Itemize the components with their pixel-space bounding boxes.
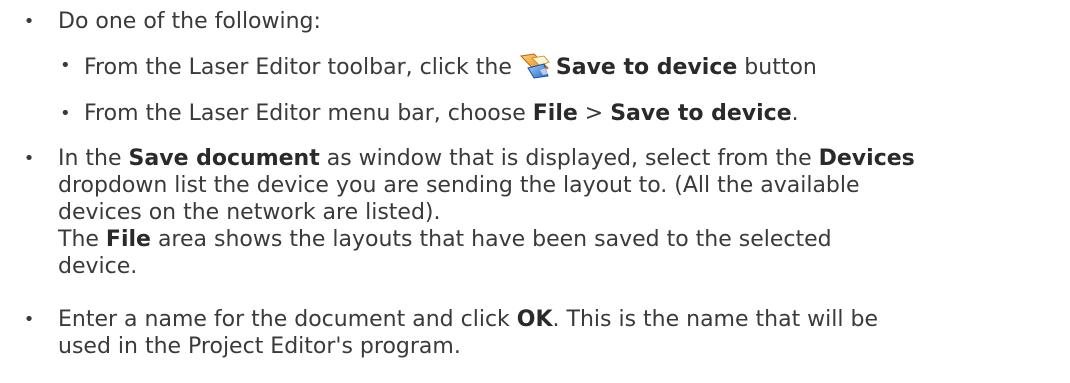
devices-label: Devices [818, 146, 915, 171]
step-1-text: Do one of the following: [58, 9, 321, 34]
document-body: • Do one of the following: • From the La… [0, 0, 1070, 383]
file-menu-label: File [532, 101, 578, 126]
sub-bullet: • [60, 103, 71, 124]
step-3-line-1: Enter a name for the document and click … [58, 306, 1066, 333]
step-2-line-4: The File area shows the layouts that hav… [58, 226, 1066, 253]
ok-label: OK [516, 307, 553, 332]
bullet: • [23, 309, 35, 330]
save-to-device-icon [519, 53, 550, 79]
save-to-device-label: Save to device [555, 55, 738, 80]
sub-item-menu-suffix: . [791, 101, 799, 126]
step-3-line-2: used in the Project Editor's program. [58, 334, 461, 359]
step-2-line-1: In the Save document as window that is d… [58, 145, 1066, 172]
step-3-text: Enter a name for the document and click … [58, 306, 1066, 360]
save-document-label: Save document [128, 146, 320, 171]
sub-item-menu-text: From the Laser Editor menu bar, choose F… [84, 98, 799, 130]
text-run: area shows the layouts that have been sa… [150, 227, 832, 252]
sub-item-toolbar-suffix: button [737, 55, 817, 80]
sub-item-toolbar-text: From the Laser Editor toolbar, click the… [84, 50, 817, 84]
step-2-line-2: dropdown list the device you are sending… [58, 173, 860, 198]
step-2-line-5: device. [58, 254, 138, 279]
menu-separator: > [577, 101, 611, 126]
sub-bullet: • [60, 55, 71, 76]
bullet: • [23, 11, 35, 32]
text-run: as window that is displayed, select from… [319, 146, 819, 171]
sub-item-menu-prefix: From the Laser Editor menu bar, choose [84, 101, 533, 126]
save-to-device-menu-label: Save to device [610, 101, 792, 126]
text-run: . This is the name that will be [552, 307, 879, 332]
text-run: The [58, 227, 106, 252]
sub-item-toolbar-prefix: From the Laser Editor toolbar, click the [84, 55, 512, 80]
text-run: In the [58, 146, 129, 171]
text-run: Enter a name for the document and click [58, 307, 517, 332]
step-2-text: In the Save document as window that is d… [58, 145, 1066, 280]
step-2-line-3: devices on the network are listed). [58, 200, 441, 225]
file-area-label: File [105, 227, 151, 252]
bullet: • [23, 148, 35, 169]
